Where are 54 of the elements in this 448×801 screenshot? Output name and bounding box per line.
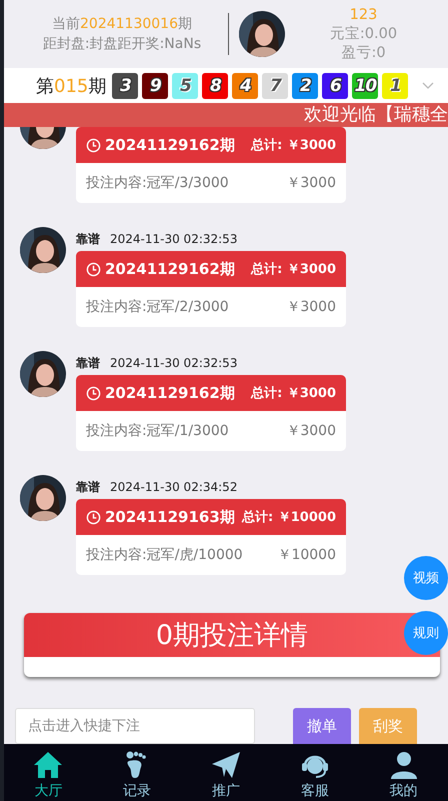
bet-content: 投注内容:冠军/1/3000: [86, 422, 229, 440]
bet-total: 总计: ￥3000: [251, 385, 336, 402]
bet-content: 投注内容:冠军/虎/10000: [86, 546, 243, 564]
bet-amount: ￥10000: [277, 546, 336, 564]
quick-bet-field[interactable]: 点击进入快捷下注: [15, 708, 255, 744]
nav-tab[interactable]: 客服: [284, 744, 345, 801]
result-number: 4: [232, 72, 258, 98]
draw-period: 第015期: [36, 74, 106, 98]
nav-tab[interactable]: 大厅: [18, 744, 78, 801]
balance-text: 元宝:0.00: [330, 24, 398, 44]
bet-total: 总计: ￥3000: [251, 261, 336, 278]
result-number: 6: [322, 72, 348, 98]
nav-tab[interactable]: 记录: [107, 744, 168, 801]
bet-period: 20241129162期: [105, 384, 236, 402]
clock-icon: [86, 510, 101, 524]
nav-tab[interactable]: 我的: [374, 744, 434, 801]
result-number: 2: [292, 72, 318, 98]
message-time: 2024-11-30 02:32:53: [110, 356, 238, 370]
bet-period: 20241129163期: [105, 508, 236, 526]
bet-detail-title: 0期投注详情: [156, 619, 308, 653]
clock-icon: [86, 262, 101, 276]
bet-content: 投注内容:冠军/2/3000: [86, 298, 229, 316]
bet-amount: ￥3000: [286, 422, 336, 440]
result-number: 3: [112, 72, 138, 98]
profit-text: 盈亏:0: [341, 44, 386, 62]
message-time: 2024-11-30 02:32:53: [110, 232, 238, 246]
result-number: 9: [142, 72, 168, 98]
nav-tab[interactable]: 推广: [196, 744, 256, 801]
bet-total: 总计: ￥3000: [251, 137, 336, 154]
bet-period: 20241129162期: [105, 136, 236, 154]
bet-content: 投注内容:冠军/3/3000: [86, 174, 229, 192]
current-period: 当前20241130016期: [52, 15, 192, 33]
message-time: 2024-11-30 02:34:52: [110, 480, 238, 494]
bet-total: 总计: ￥10000: [242, 509, 336, 526]
sender-name: 靠谱: [76, 478, 100, 496]
result-number: 8: [202, 72, 228, 98]
result-number: 7: [262, 72, 288, 98]
chevron-down-icon[interactable]: [422, 82, 434, 90]
result-number: 1: [382, 72, 408, 98]
sender-name: 靠谱: [76, 354, 100, 372]
cancel-button[interactable]: 撤单: [293, 708, 351, 744]
countdown-text: 距封盘:封盘距开奖:NaNs: [42, 35, 202, 53]
clock-icon: [86, 386, 101, 400]
username: 123: [350, 6, 378, 24]
marquee-text: 欢迎光临【瑞穗全: [304, 103, 448, 127]
home-icon: [32, 750, 64, 780]
result-number: 10: [352, 72, 378, 98]
bet-period: 20241129162期: [105, 260, 236, 278]
clock-icon: [86, 138, 101, 152]
paper-plane-icon: [210, 750, 242, 780]
sender-name: 靠谱: [76, 230, 100, 248]
bet-amount: ￥3000: [286, 174, 336, 192]
bet-amount: ￥3000: [286, 298, 336, 316]
result-number: 5: [172, 72, 198, 98]
